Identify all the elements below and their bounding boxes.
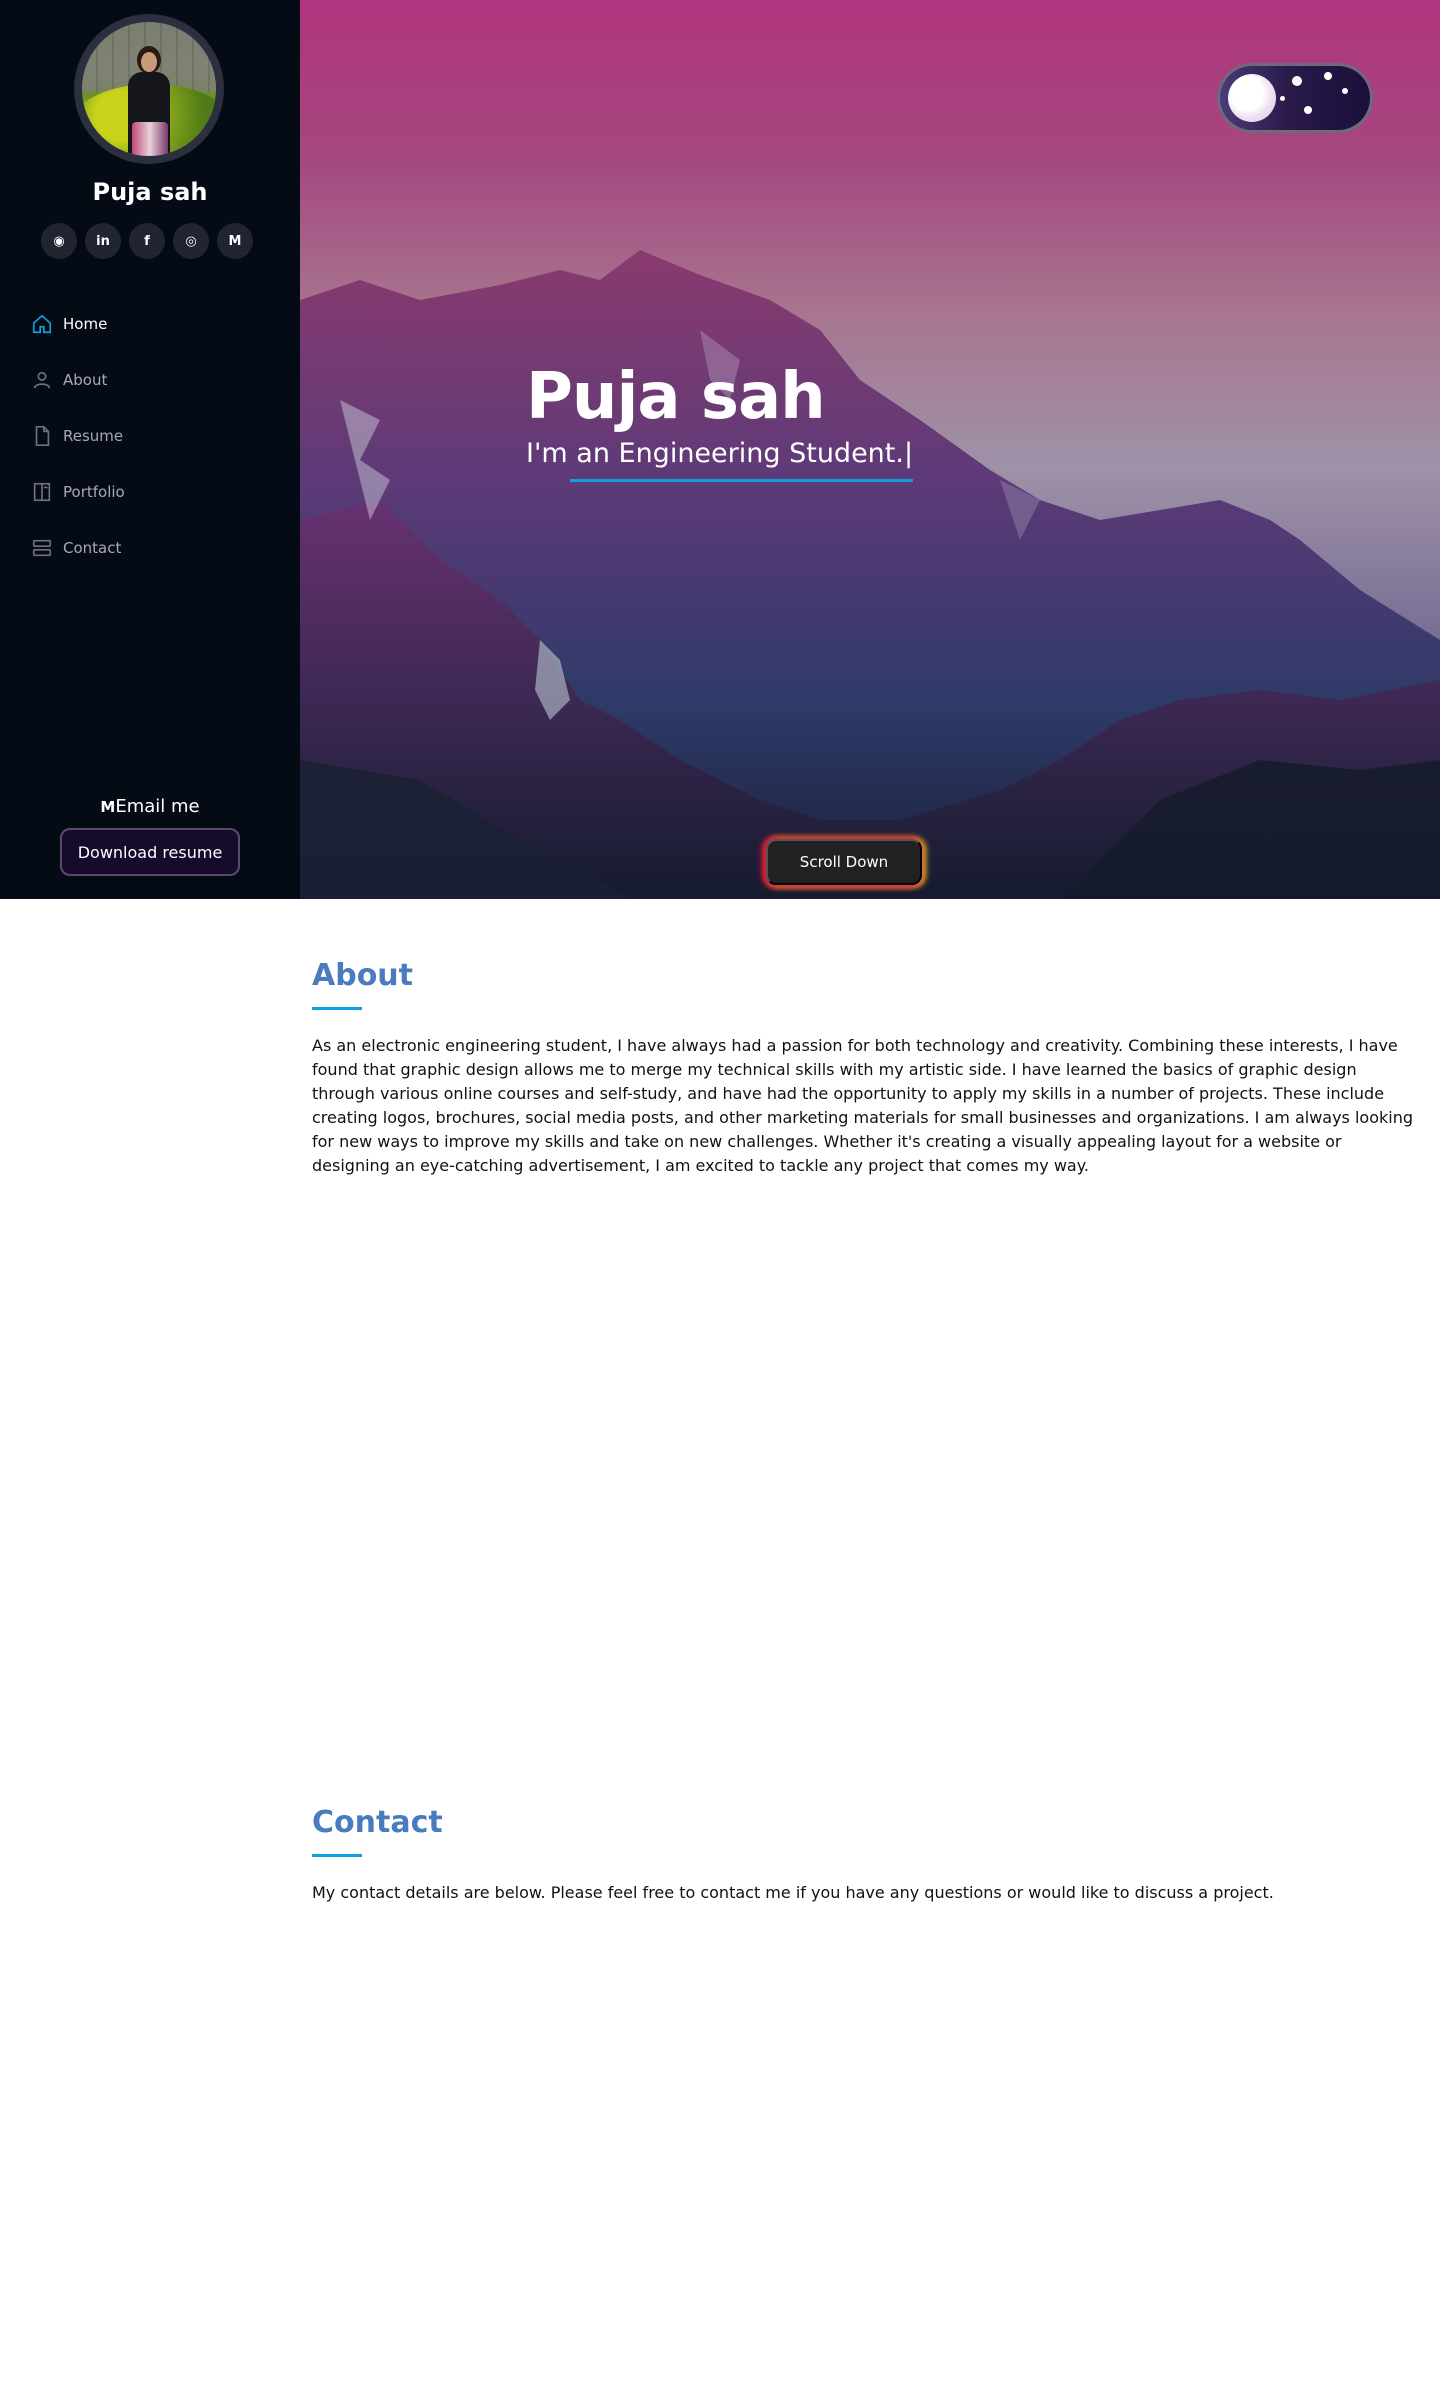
hero-subtitle: I'm an Engineering Student.|	[526, 438, 914, 469]
instagram-icon[interactable]: ◎	[173, 223, 209, 259]
hero-section: Puja sah I'm an Engineering Student.| Sc…	[300, 0, 1440, 899]
profile-photo	[82, 22, 216, 156]
nav-item-about[interactable]: About	[31, 352, 125, 408]
nav-label: Portfolio	[63, 483, 125, 501]
about-section: About As an electronic engineering stude…	[312, 958, 1422, 1178]
server-icon	[32, 539, 52, 557]
sidebar-nav: Home About Resume Portfolio Contact	[31, 296, 125, 576]
download-resume-button[interactable]: Download resume	[60, 828, 240, 876]
nav-item-contact[interactable]: Contact	[31, 520, 125, 576]
about-title: About	[312, 958, 414, 993]
contact-section: Contact My contact details are below. Pl…	[312, 1805, 1422, 1905]
book-icon	[33, 482, 51, 502]
contact-title: Contact	[312, 1805, 443, 1840]
about-title-underline	[312, 1007, 362, 1010]
linkedin-icon[interactable]: in	[85, 223, 121, 259]
gmail-icon[interactable]: M	[217, 223, 253, 259]
theme-toggle[interactable]	[1220, 66, 1370, 130]
nav-item-portfolio[interactable]: Portfolio	[31, 464, 125, 520]
email-me-link[interactable]: MEmail me	[0, 796, 300, 817]
github-icon[interactable]: ◉	[41, 223, 77, 259]
scroll-down-button[interactable]: Scroll Down	[766, 839, 922, 885]
home-icon	[32, 314, 52, 334]
gmail-icon: M	[100, 798, 116, 816]
nav-label: Resume	[63, 427, 124, 445]
nav-label: Home	[63, 315, 108, 333]
hero-title: Puja sah	[526, 360, 826, 434]
contact-title-underline	[312, 1854, 362, 1857]
contact-text: My contact details are below. Please fee…	[312, 1883, 1274, 1902]
email-me-label: Email me	[115, 796, 200, 817]
moon-icon	[1228, 74, 1276, 122]
nav-item-resume[interactable]: Resume	[31, 408, 125, 464]
nav-label: Contact	[63, 539, 122, 557]
user-icon	[33, 371, 51, 389]
about-text: As an electronic engineering student, I …	[312, 1036, 1413, 1175]
avatar	[74, 14, 224, 164]
hero-underline	[570, 479, 913, 482]
nav-item-home[interactable]: Home	[31, 296, 125, 352]
file-icon	[35, 426, 50, 446]
nav-label: About	[63, 371, 108, 389]
facebook-icon[interactable]: f	[129, 223, 165, 259]
sidebar-name: Puja sah	[92, 178, 208, 206]
social-links: ◉ in f ◎ M	[41, 223, 253, 259]
sidebar: Puja sah ◉ in f ◎ M Home About Resume Po…	[0, 0, 300, 899]
